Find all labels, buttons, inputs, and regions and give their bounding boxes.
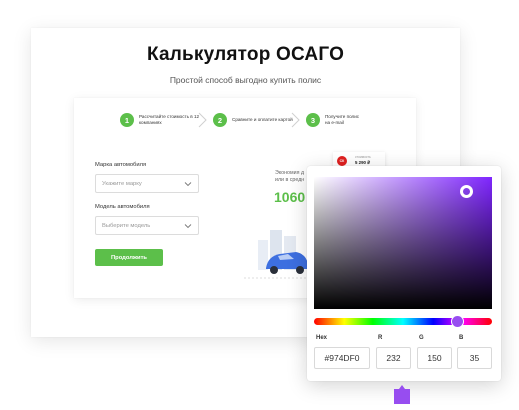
r-label: R bbox=[378, 335, 383, 341]
chevron-right-icon bbox=[291, 112, 300, 128]
chevron-down-icon bbox=[184, 224, 192, 229]
chevron-right-icon bbox=[198, 112, 207, 128]
hex-label: Hex bbox=[316, 335, 328, 341]
model-label: Модель автомобиля bbox=[95, 204, 150, 210]
model-placeholder: Выберите модель bbox=[102, 223, 151, 229]
hue-slider[interactable] bbox=[314, 318, 492, 325]
saturation-value-handle[interactable] bbox=[460, 185, 473, 198]
price-caption: стоимость bbox=[355, 155, 371, 159]
step-number: 1 bbox=[120, 113, 134, 127]
hue-slider-handle[interactable] bbox=[452, 316, 463, 327]
model-select[interactable]: Выберите модель bbox=[95, 216, 199, 235]
step-3: 3 Получите полис на e-mail bbox=[306, 113, 365, 127]
color-swatch-pointer-icon[interactable] bbox=[394, 385, 410, 404]
g-label: G bbox=[419, 335, 424, 341]
step-1: 1 Рассчитайте стоимость в 12 компаниях bbox=[120, 113, 201, 127]
page-subtitle: Простой способ выгодно купить полис bbox=[169, 75, 322, 85]
step-text: Сравните и оплатите картой bbox=[232, 117, 293, 122]
r-input[interactable]: 232 bbox=[376, 347, 411, 369]
brand-select[interactable]: Укажите марку bbox=[95, 174, 199, 193]
continue-button[interactable]: Продолжить bbox=[95, 249, 163, 266]
savings-line-1: Экономия д bbox=[275, 170, 305, 176]
brand-label: Марка автомобиля bbox=[95, 162, 147, 168]
b-input[interactable]: 35 bbox=[457, 347, 492, 369]
hex-input[interactable]: #974DF0 bbox=[314, 347, 370, 369]
g-input[interactable]: 150 bbox=[417, 347, 452, 369]
insurer-logo: СК bbox=[337, 156, 347, 166]
brand-placeholder: Укажите марку bbox=[102, 181, 142, 187]
step-2: 2 Сравните и оплатите картой bbox=[213, 113, 294, 127]
savings-amount: 1060 bbox=[274, 189, 306, 205]
b-label: B bbox=[459, 335, 464, 341]
savings-line-2: или в средн bbox=[275, 176, 305, 183]
chevron-down-icon bbox=[184, 182, 192, 187]
step-text: Получите полис на e-mail bbox=[325, 114, 360, 125]
step-number: 3 bbox=[306, 113, 320, 127]
car-illustration bbox=[244, 230, 314, 279]
step-number: 2 bbox=[213, 113, 227, 127]
page-title: Калькулятор ОСАГО bbox=[146, 44, 345, 65]
step-text: Рассчитайте стоимость в 12 компаниях bbox=[139, 114, 200, 125]
